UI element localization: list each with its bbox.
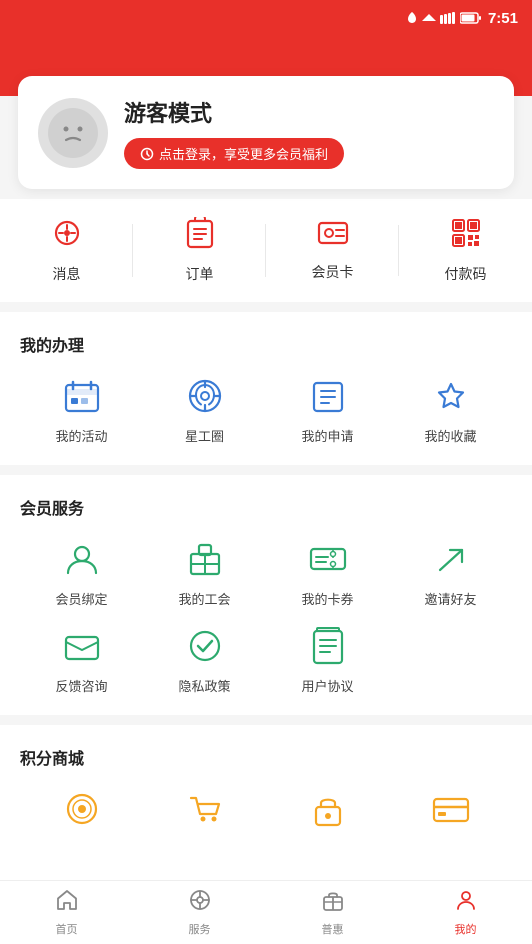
my-favorite-icon (429, 374, 473, 418)
home-icon (55, 888, 79, 918)
my-coupon-label: 我的卡券 (301, 589, 353, 608)
nav-mine[interactable]: 我的 (399, 888, 532, 937)
member-bind-icon (60, 537, 104, 581)
pay-code-icon (450, 217, 482, 256)
my-favorite-item[interactable]: 我的收藏 (389, 374, 512, 445)
nav-welfare[interactable]: 普惠 (266, 888, 399, 937)
member-bind-item[interactable]: 会员绑定 (20, 537, 143, 608)
points-icon (60, 787, 104, 831)
my-union-item[interactable]: 我的工会 (143, 537, 266, 608)
status-time: 7:51 (488, 10, 518, 27)
invite-friend-icon (429, 537, 473, 581)
star-circle-icon (183, 374, 227, 418)
privacy-item[interactable]: 隐私政策 (143, 624, 266, 695)
cart-icon (183, 787, 227, 831)
message-label: 消息 (53, 264, 81, 284)
member-services-section: 会员服务 会员绑定 我的工会 (0, 475, 532, 715)
mine-label: 我的 (455, 921, 477, 937)
invite-friend-item[interactable]: 邀请好友 (389, 537, 512, 608)
cart-item[interactable] (143, 787, 266, 831)
profile-info: 游客模式 点击登录，享受更多会员福利 (124, 96, 344, 169)
order-icon (185, 217, 215, 256)
bottom-nav: 首页 服务 普惠 (0, 880, 532, 944)
my-union-icon (183, 537, 227, 581)
my-apply-label: 我的申请 (301, 426, 353, 445)
welfare-icon (321, 888, 345, 918)
my-services-title: 我的办理 (20, 332, 512, 356)
star-circle-label: 星工圈 (185, 426, 224, 445)
feedback-icon (60, 624, 104, 668)
my-apply-icon (306, 374, 350, 418)
invite-friend-label: 邀请好友 (424, 589, 476, 608)
quick-actions: 消息 订单 会员卡 (0, 199, 532, 302)
member-services-title: 会员服务 (20, 495, 512, 519)
my-union-label: 我的工会 (178, 589, 230, 608)
quick-action-pay-code[interactable]: 付款码 (399, 217, 532, 284)
login-prompt: 点击登录，享受更多会员福利 (159, 144, 328, 163)
points-mall-title: 积分商城 (20, 745, 512, 769)
quick-action-message[interactable]: 消息 (0, 217, 133, 284)
feedback-label: 反馈咨询 (55, 676, 107, 695)
member-bind-label: 会员绑定 (55, 589, 107, 608)
mine-icon (454, 888, 478, 918)
my-activity-icon (60, 374, 104, 418)
points-item[interactable] (20, 787, 143, 831)
my-services-grid: 我的活动 星工圈 (20, 374, 512, 445)
quick-action-member-card[interactable]: 会员卡 (266, 219, 399, 282)
my-coupon-item[interactable]: 我的卡券 (266, 537, 389, 608)
my-favorite-label: 我的收藏 (424, 426, 476, 445)
pay-code-label: 付款码 (445, 264, 487, 284)
star-circle-item[interactable]: 星工圈 (143, 374, 266, 445)
my-activity-label: 我的活动 (55, 426, 107, 445)
my-apply-item[interactable]: 我的申请 (266, 374, 389, 445)
message-icon (51, 217, 83, 256)
points-mall-section: 积分商城 (0, 725, 532, 905)
redeem-item[interactable] (266, 787, 389, 831)
credit-icon (429, 787, 473, 831)
status-bar: 7:51 (0, 0, 532, 36)
my-coupon-icon (306, 537, 350, 581)
login-button[interactable]: 点击登录，享受更多会员福利 (124, 138, 344, 169)
agreement-item[interactable]: 用户协议 (266, 624, 389, 695)
quick-action-order[interactable]: 订单 (133, 217, 266, 284)
empty-placeholder (389, 624, 512, 695)
my-activity-item[interactable]: 我的活动 (20, 374, 143, 445)
points-mall-grid (20, 787, 512, 831)
feedback-item[interactable]: 反馈咨询 (20, 624, 143, 695)
credit-item[interactable] (389, 787, 512, 831)
redeem-icon (306, 787, 350, 831)
welfare-label: 普惠 (322, 921, 344, 937)
agreement-label: 用户协议 (301, 676, 353, 695)
avatar (38, 98, 108, 168)
member-card-label: 会员卡 (312, 262, 354, 282)
privacy-icon (183, 624, 227, 668)
home-label: 首页 (56, 921, 78, 937)
profile-name: 游客模式 (124, 96, 344, 128)
nav-home[interactable]: 首页 (0, 888, 133, 937)
nav-service[interactable]: 服务 (133, 888, 266, 937)
service-icon (188, 888, 212, 918)
privacy-label: 隐私政策 (178, 676, 230, 695)
my-services-section: 我的办理 我的活动 (0, 312, 532, 465)
member-card-icon (317, 219, 349, 254)
agreement-icon (306, 624, 350, 668)
order-label: 订单 (186, 264, 214, 284)
member-services-grid: 会员绑定 我的工会 (20, 537, 512, 695)
status-icons (406, 11, 482, 25)
service-label: 服务 (189, 921, 211, 937)
profile-card: 游客模式 点击登录，享受更多会员福利 (18, 76, 514, 189)
